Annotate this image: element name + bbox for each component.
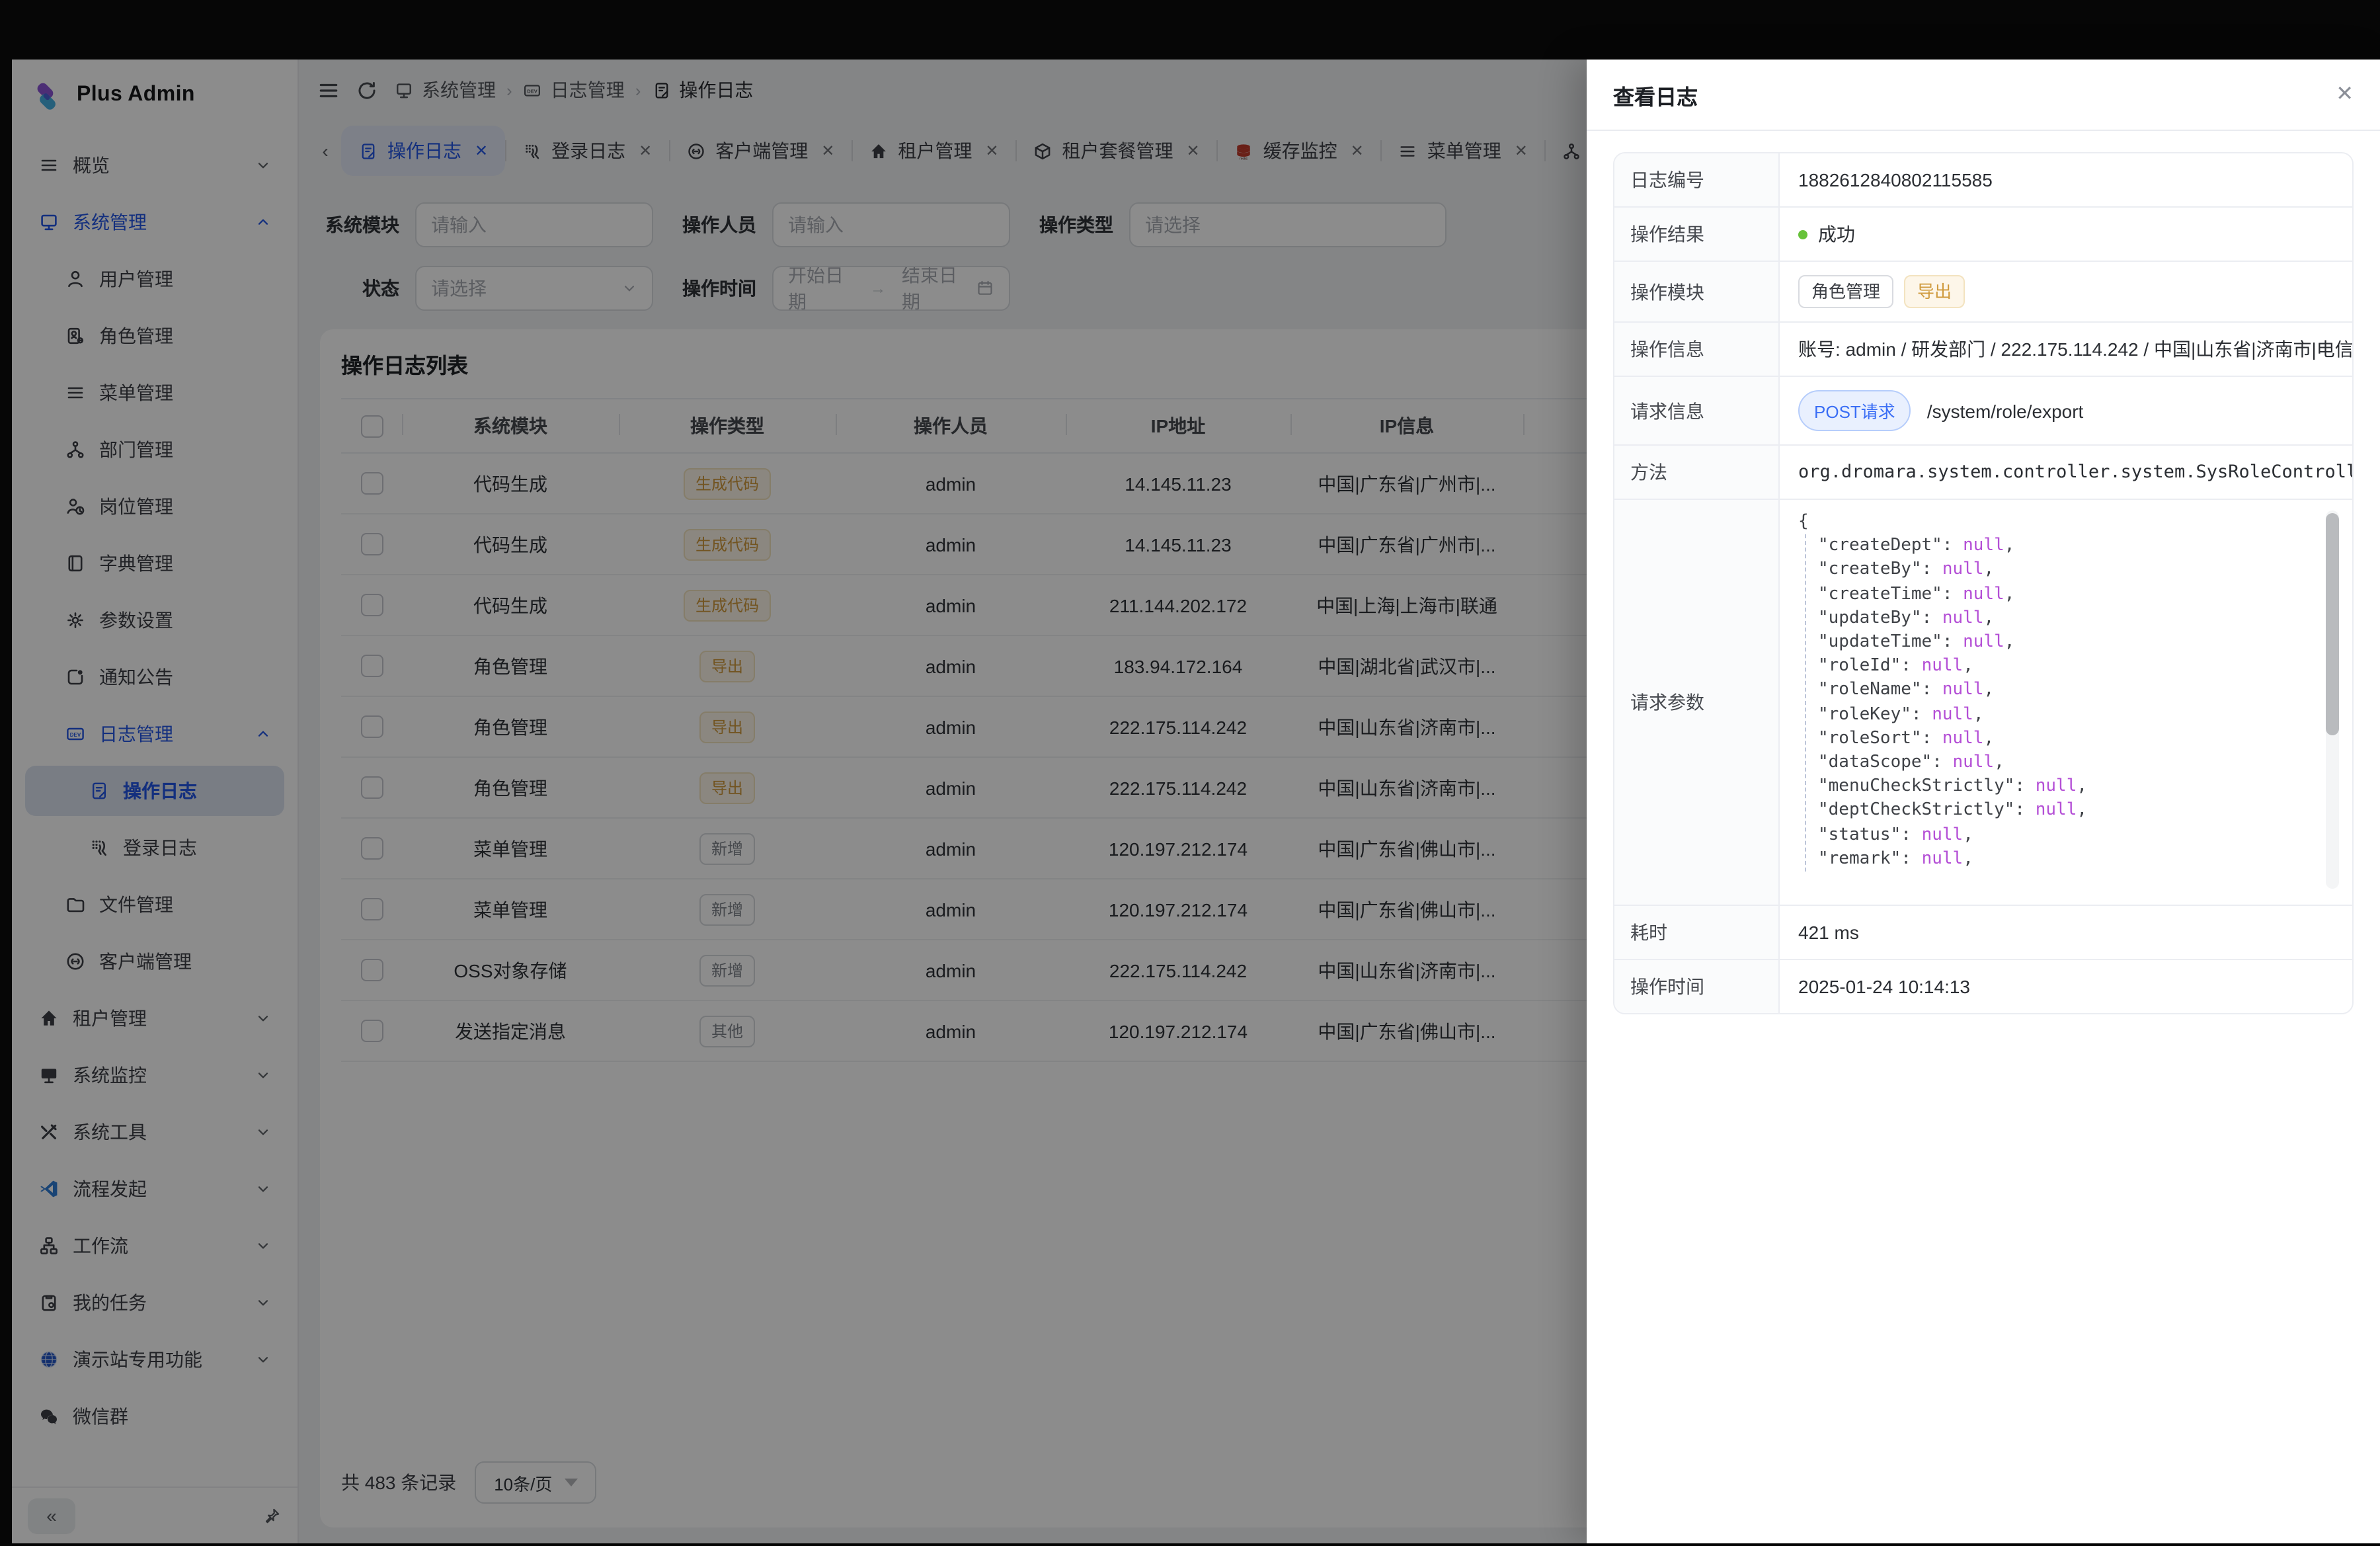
- detail-row-方法: 方法 org.dromara.system.controller.system.S…: [1614, 446, 2352, 500]
- drawer-header: 查看日志 ✕: [1587, 60, 2380, 131]
- drawer-body: 日志编号1882612840802115585操作结果成功操作模块角色管理导出操…: [1587, 131, 2380, 1036]
- module-tag: 导出: [1904, 275, 1965, 308]
- json-line: "dataScope": null,: [1818, 751, 2344, 775]
- json-line: "updateBy": null,: [1818, 607, 2344, 631]
- detail-label: 操作结果: [1614, 208, 1780, 261]
- detail-value: 成功: [1818, 221, 1855, 247]
- json-line: "roleSort": null,: [1818, 727, 2344, 751]
- detail-label: 操作模块: [1614, 262, 1780, 321]
- view-log-drawer: 查看日志 ✕ 日志编号 1882612840802115585 操作结果 成功操作模块…: [1587, 60, 2380, 1543]
- detail-value: org.dromara.system.controller.system.Sys…: [1798, 462, 2352, 483]
- json-line: "createDept": null,: [1818, 534, 2344, 558]
- detail-row-操作结果: 操作结果 成功: [1614, 208, 2352, 262]
- module-tag: 角色管理: [1798, 275, 1893, 308]
- detail-value: 2025-01-24 10:14:13: [1798, 976, 1970, 997]
- success-dot-icon: [1798, 229, 1807, 239]
- detail-label: 请求信息: [1614, 377, 1780, 444]
- json-line: "updateTime": null,: [1818, 631, 2344, 655]
- detail-row-耗时: 耗时 421 ms: [1614, 906, 2352, 960]
- json-line: "roleName": null,: [1818, 679, 2344, 703]
- detail-row-操作时间: 操作时间 2025-01-24 10:14:13: [1614, 960, 2352, 1013]
- request-path: /system/role/export: [1927, 400, 2084, 421]
- json-line: "menuCheckStrictly": null,: [1818, 775, 2344, 799]
- detail-value: 账号: admin / 研发部门 / 222.175.114.242 / 中国|…: [1798, 336, 2352, 362]
- detail-value: 1882612840802115585: [1798, 169, 1993, 190]
- detail-row-操作模块: 操作模块角色管理导出: [1614, 262, 2352, 323]
- request-params-code[interactable]: {"createDept": null,"createBy": null,"cr…: [1796, 505, 2344, 897]
- detail-label: 操作时间: [1614, 960, 1780, 1013]
- json-line: "roleKey": null,: [1818, 703, 2344, 727]
- detail-label: 操作信息: [1614, 323, 1780, 376]
- json-line: "roleId": null,: [1818, 655, 2344, 678]
- drawer-title: 查看日志: [1613, 79, 1698, 110]
- detail-row-日志编号: 日志编号 1882612840802115585: [1614, 153, 2352, 208]
- json-line: "deptCheckStrictly": null,: [1818, 799, 2344, 823]
- screen: Plus Admin 概览系统管理用户管理角色管理菜单管理部门管理岗位管理字典管…: [0, 0, 2380, 1546]
- detail-row-操作信息: 操作信息账号: admin / 研发部门 / 222.175.114.242 /…: [1614, 323, 2352, 377]
- json-line: "createBy": null,: [1818, 559, 2344, 583]
- detail-label: 请求参数: [1614, 500, 1780, 905]
- json-line: "status": null,: [1818, 823, 2344, 847]
- log-detail-table: 日志编号1882612840802115585操作结果成功操作模块角色管理导出操…: [1613, 152, 2354, 1014]
- code-scrollbar-thumb[interactable]: [2326, 513, 2339, 735]
- json-line: "createTime": null,: [1818, 583, 2344, 606]
- detail-row-请求参数: 请求参数{"createDept": null,"createBy": null…: [1614, 500, 2352, 906]
- close-icon[interactable]: ✕: [2336, 84, 2354, 105]
- detail-value: 421 ms: [1798, 922, 1859, 943]
- post-request-badge: POST请求: [1798, 390, 1911, 431]
- detail-row-请求信息: 请求信息 POST请求/system/role/export: [1614, 377, 2352, 446]
- detail-label: 耗时: [1614, 906, 1780, 959]
- detail-label: 日志编号: [1614, 153, 1780, 206]
- json-line: "remark": null,: [1818, 848, 2344, 872]
- detail-label: 方法: [1614, 446, 1780, 499]
